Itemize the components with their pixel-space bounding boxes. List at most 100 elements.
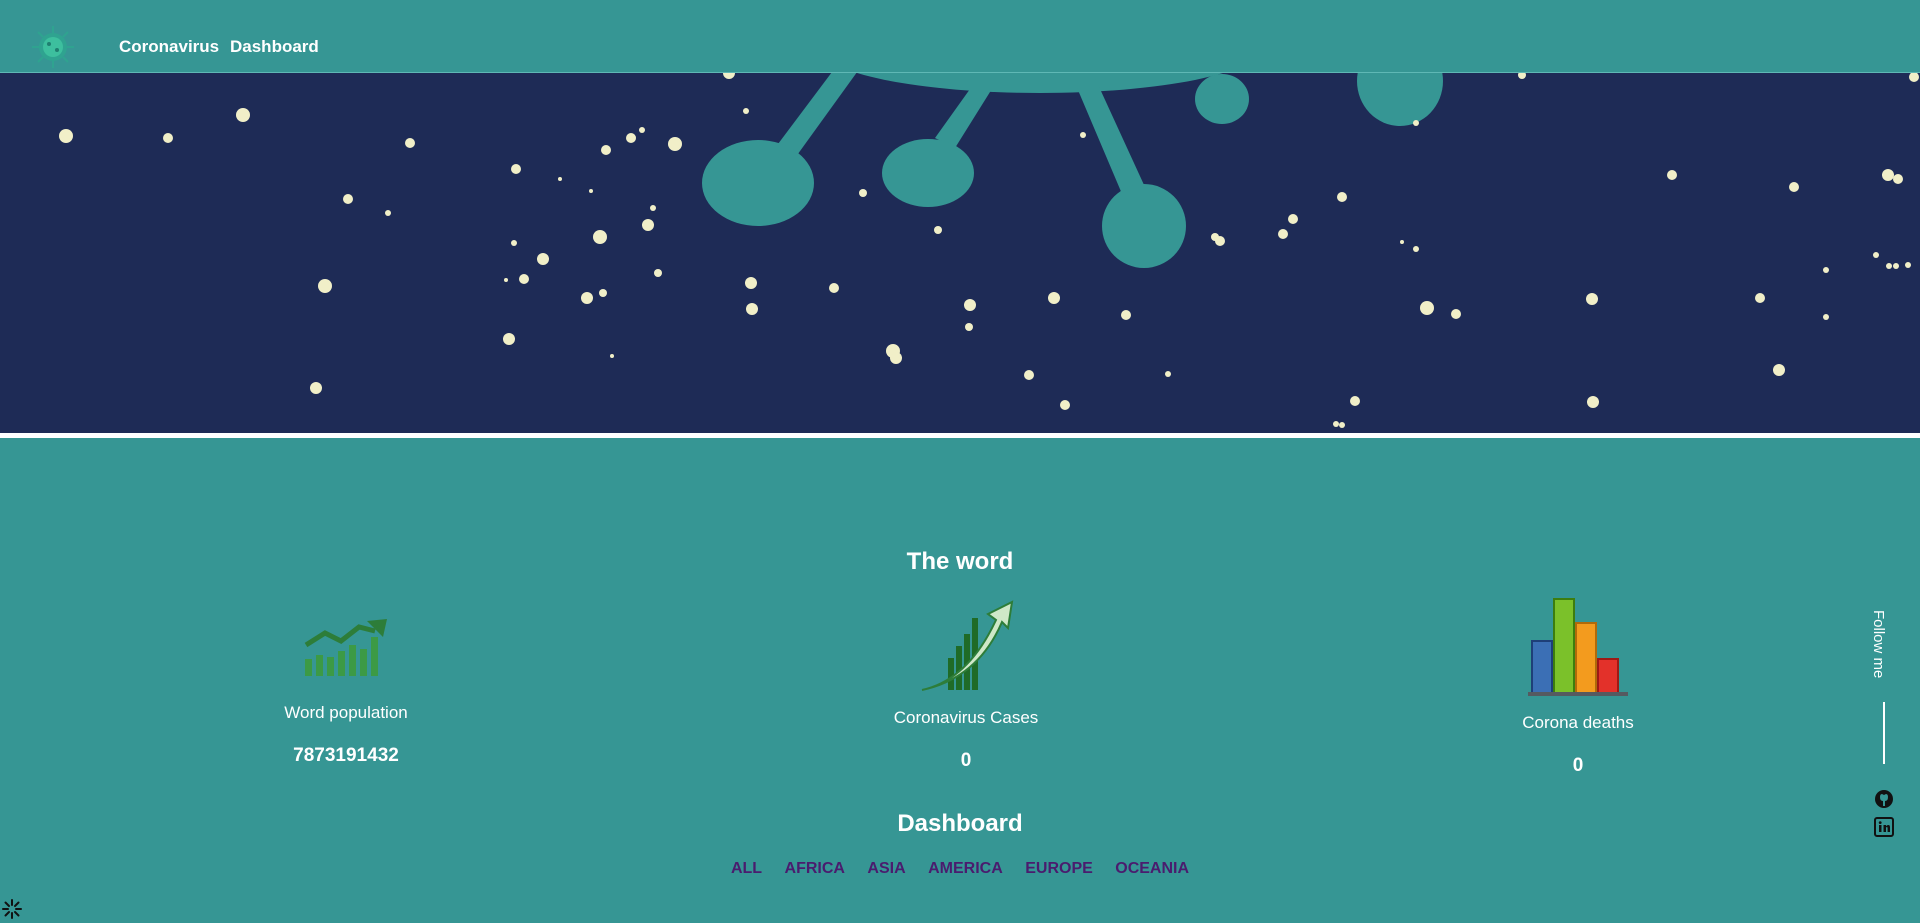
star-dot <box>1451 309 1461 319</box>
star-dot <box>610 354 614 358</box>
star-dot <box>59 129 73 143</box>
filter-europe[interactable]: EUROPE <box>1025 860 1093 877</box>
star-dot <box>511 164 521 174</box>
rising-arrow-icon <box>921 600 1014 691</box>
follow-divider <box>1883 702 1885 764</box>
hero-banner <box>0 73 1920 433</box>
star-dot <box>318 279 332 293</box>
star-dot <box>1586 293 1598 305</box>
top-navbar: Coronavirus Dashboard <box>0 0 1920 73</box>
star-dot <box>1909 73 1919 82</box>
star-dot <box>668 137 682 151</box>
star-dot <box>1080 132 1086 138</box>
star-dot <box>934 226 942 234</box>
star-dot <box>642 219 654 231</box>
star-dot <box>1905 262 1911 268</box>
star-dot <box>1333 421 1339 427</box>
star-dot <box>1215 236 1225 246</box>
star-dot <box>1789 182 1799 192</box>
star-dot <box>537 253 549 265</box>
star-dot <box>626 133 636 143</box>
star-dot <box>1823 267 1829 273</box>
star-dot <box>1350 396 1360 406</box>
star-dot <box>964 299 976 311</box>
star-dot <box>310 382 322 394</box>
star-dot <box>581 292 593 304</box>
star-dot <box>1420 301 1434 315</box>
star-dot <box>1773 364 1785 376</box>
star-dot <box>1024 370 1034 380</box>
star-dot <box>163 133 173 143</box>
star-dot <box>1873 252 1879 258</box>
stats-title: The word <box>906 548 1014 575</box>
filter-all[interactable]: ALL <box>731 860 762 877</box>
star-dot <box>1060 400 1070 410</box>
star-dot <box>511 240 517 246</box>
stat-value: 7873191432 <box>293 745 399 766</box>
star-dot <box>829 283 839 293</box>
stat-label: Word population <box>284 703 408 722</box>
star-dot <box>1667 170 1677 180</box>
hero-virus-illustration <box>59 73 1919 428</box>
linkedin-icon[interactable] <box>1874 817 1894 837</box>
star-dot <box>1413 120 1419 126</box>
star-dot <box>650 205 656 211</box>
hero-divider <box>0 433 1920 438</box>
filter-asia[interactable]: ASIA <box>867 860 905 877</box>
stat-corona-deaths: Corona deaths 0 <box>1418 595 1738 777</box>
nav-link-coronavirus[interactable]: Coronavirus <box>119 37 219 57</box>
star-dot <box>1518 73 1526 79</box>
dashboard-title: Dashboard <box>897 810 1023 837</box>
follow-me-label: Follow me <box>1870 610 1887 679</box>
virus-icon[interactable] <box>30 24 76 70</box>
star-dot <box>1339 422 1345 428</box>
star-dot <box>405 138 415 148</box>
filter-oceania[interactable]: OCEANIA <box>1115 860 1189 877</box>
star-dot <box>601 145 611 155</box>
star-dot <box>1587 396 1599 408</box>
loading-spinner-icon <box>2 899 22 919</box>
star-dot <box>1413 246 1419 252</box>
star-dot <box>385 210 391 216</box>
star-dot <box>965 323 973 331</box>
star-dot <box>859 189 867 197</box>
star-dot <box>654 269 662 277</box>
stat-coronavirus-cases: Coronavirus Cases 0 <box>806 600 1126 772</box>
trend-chart-icon <box>304 619 387 676</box>
filter-america[interactable]: AMERICA <box>928 860 1003 877</box>
star-dot <box>1165 371 1171 377</box>
star-dot <box>236 108 250 122</box>
star-dot <box>1288 214 1298 224</box>
filter-africa[interactable]: AFRICA <box>785 860 845 877</box>
star-dot <box>746 303 758 315</box>
nav-link-dashboard[interactable]: Dashboard <box>230 37 319 57</box>
star-dot <box>743 108 749 114</box>
stat-word-population: Word population 7873191432 <box>186 617 506 767</box>
star-dot <box>593 230 607 244</box>
star-dot <box>519 274 529 284</box>
stat-label: Corona deaths <box>1522 713 1634 732</box>
star-dot <box>723 73 735 79</box>
star-dot <box>1882 169 1894 181</box>
star-dot <box>1823 314 1829 320</box>
star-dot <box>599 289 607 297</box>
star-dot <box>1278 229 1288 239</box>
star-dot <box>503 333 515 345</box>
stat-value: 0 <box>960 750 972 771</box>
star-dot <box>639 127 645 133</box>
star-dot <box>1121 310 1131 320</box>
star-dot <box>1893 263 1899 269</box>
stat-value: 0 <box>1572 755 1584 776</box>
bar-chart-icon <box>1528 598 1628 696</box>
star-dot <box>589 189 593 193</box>
star-dot <box>558 177 562 181</box>
star-dot <box>1400 240 1404 244</box>
region-filter-bar: ALL AFRICA ASIA AMERICA EUROPE OCEANIA <box>0 860 1920 878</box>
star-dot <box>745 277 757 289</box>
star-dot <box>504 278 508 282</box>
stat-label: Coronavirus Cases <box>893 708 1039 727</box>
star-dot <box>1048 292 1060 304</box>
star-dot <box>1337 192 1347 202</box>
star-dot <box>890 352 902 364</box>
github-icon[interactable] <box>1874 789 1894 809</box>
